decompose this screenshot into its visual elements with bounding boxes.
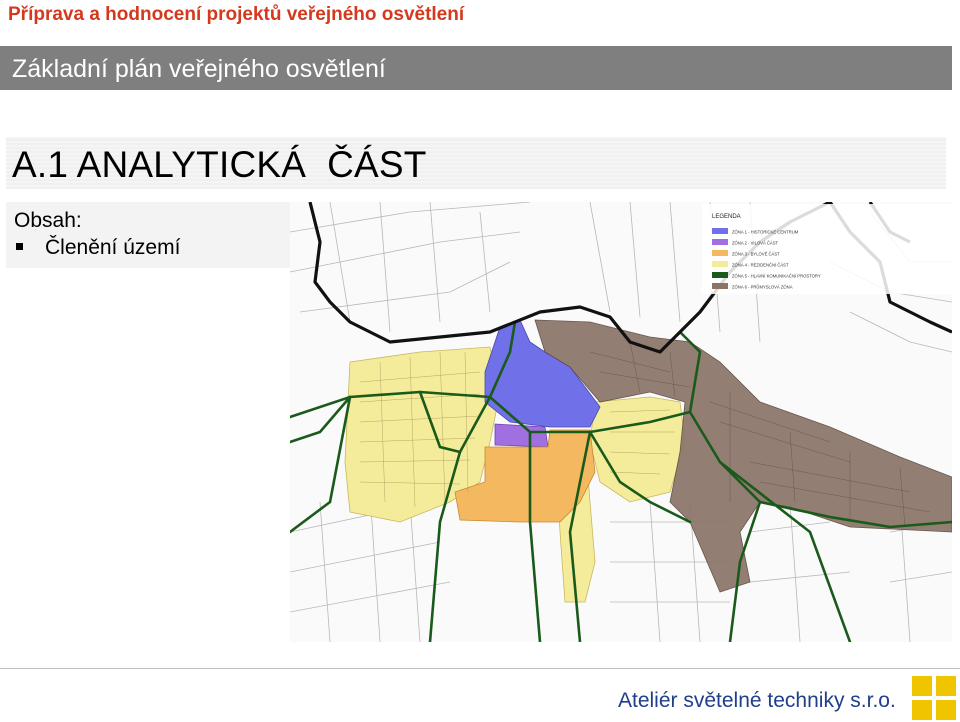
legend-swatch	[712, 250, 728, 256]
legend-label: ZÓNA 2 - VILOVÁ ČÁST	[732, 241, 779, 246]
bullet-icon	[16, 242, 23, 250]
footer-company-name: Ateliér světelné techniky s.r.o.	[618, 689, 896, 712]
legend-swatch	[712, 239, 728, 245]
list-item-label: Členění území	[45, 236, 181, 259]
zone-villa	[494, 423, 549, 448]
logo-square	[936, 676, 956, 696]
legend-label: ZÓNA 6 - PRŮMYSLOVÁ ZÓNA	[732, 285, 793, 290]
logo-square	[912, 700, 932, 720]
section-title: Základní plán veřejného osvětlení	[12, 55, 386, 83]
presentation-title: Příprava a hodnocení projektů veřejného …	[8, 4, 465, 25]
map-legend-title: LEGENDA	[712, 214, 741, 220]
slide-heading: A.1 ANALYTICKÁ ČÁST	[12, 144, 427, 185]
company-logo	[912, 676, 956, 720]
footer-divider	[0, 668, 960, 669]
map-legend: LEGENDA ZÓNA 1 - HISTORICKÉ CENTRUM ZÓNA …	[702, 204, 952, 294]
logo-square	[936, 700, 956, 720]
legend-swatch	[712, 261, 728, 267]
logo-square	[912, 676, 932, 696]
section-title-bar: Základní plán veřejného osvětlení	[0, 46, 952, 90]
zone-residential-east	[589, 396, 686, 503]
content-box: Obsah: Členění území	[6, 202, 296, 268]
legend-label: ZÓNA 3 - BYLOVÉ ČÁST	[732, 252, 780, 257]
list-item: Členění území	[16, 235, 180, 261]
legend-swatch	[712, 272, 728, 278]
legend-label: ZÓNA 4 - REZIDENČNÍ ČÁST	[732, 263, 789, 268]
map-drawing: LEGENDA ZÓNA 1 - HISTORICKÉ CENTRUM ZÓNA …	[290, 202, 952, 642]
legend-label: ZÓNA 5 - HLAVNÍ KOMUNIKAČNÍ PROSTORY	[732, 274, 821, 279]
legend-swatch	[712, 228, 728, 234]
content-label: Obsah:	[14, 209, 82, 232]
slide-heading-box: A.1 ANALYTICKÁ ČÁST	[6, 137, 946, 189]
zoning-map: LEGENDA ZÓNA 1 - HISTORICKÉ CENTRUM ZÓNA …	[290, 202, 952, 642]
legend-label: ZÓNA 1 - HISTORICKÉ CENTRUM	[732, 230, 799, 235]
legend-swatch	[712, 283, 728, 289]
